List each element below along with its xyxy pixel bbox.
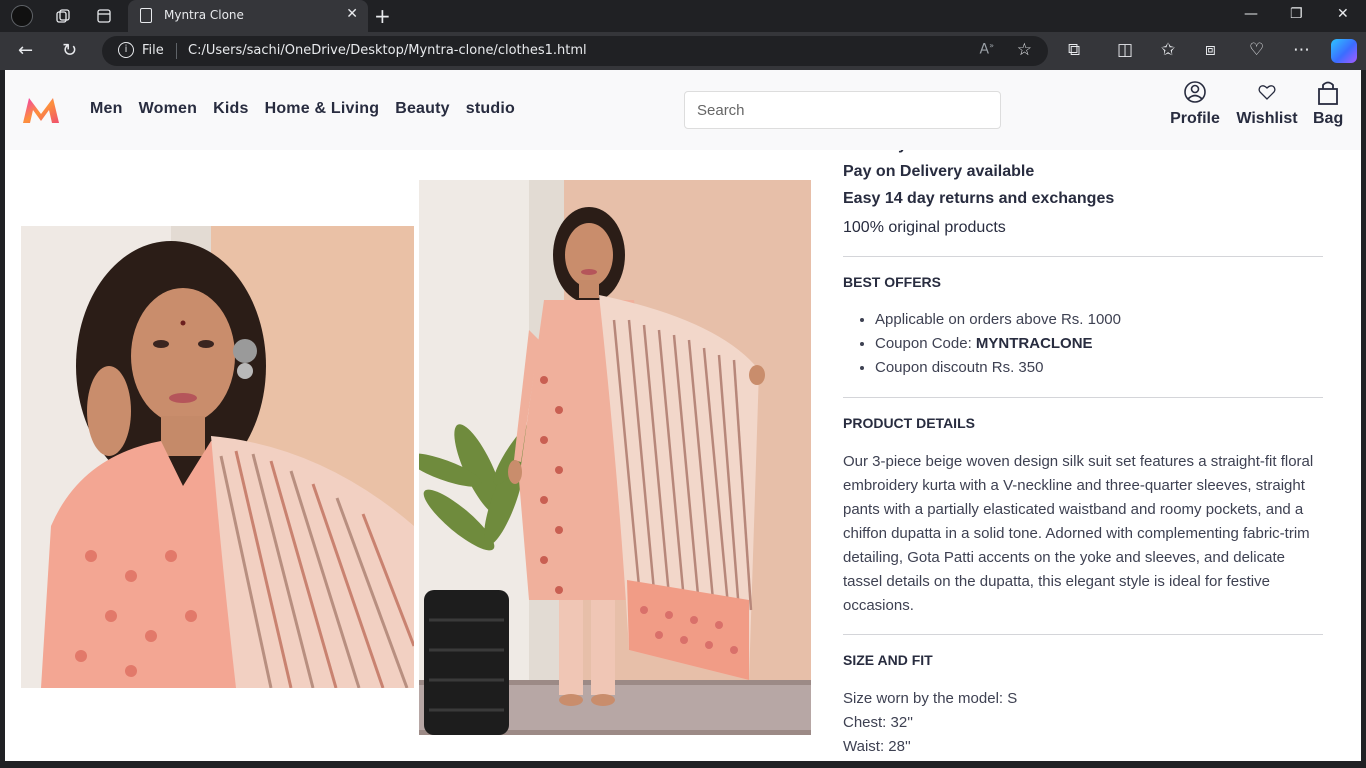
nav-women[interactable]: Women bbox=[139, 100, 197, 118]
wishlist-label: Wishlist bbox=[1236, 110, 1298, 127]
info-icon[interactable]: i bbox=[118, 42, 134, 58]
browser-toolbar: ← ↻ i File C:/Users/sachi/OneDrive/Deskt… bbox=[0, 32, 1366, 70]
tab-myntra-clone[interactable]: Myntra Clone ✕ bbox=[128, 0, 368, 32]
size-worn: Size worn by the model: S bbox=[843, 690, 1018, 707]
heart-icon bbox=[1258, 85, 1276, 100]
favorites-icon[interactable]: ✩ bbox=[1161, 40, 1175, 60]
profile-button[interactable]: Profile bbox=[1169, 80, 1221, 128]
close-window-icon[interactable]: ✕ bbox=[1337, 6, 1349, 22]
size-and-fit-title: SIZE AND FIT bbox=[843, 652, 933, 668]
workspaces-icon[interactable] bbox=[52, 5, 74, 27]
coupon-code: MYNTRACLONE bbox=[975, 335, 1093, 352]
site-header: Men Women Kids Home & Living Beauty stud… bbox=[5, 70, 1361, 150]
restore-icon[interactable]: ❐ bbox=[1290, 6, 1303, 22]
url-text[interactable]: C:/Users/sachi/OneDrive/Desktop/Myntra-c… bbox=[188, 43, 587, 58]
divider bbox=[176, 43, 177, 59]
more-menu-icon[interactable]: ⋯ bbox=[1293, 40, 1310, 60]
profile-icon bbox=[1184, 81, 1206, 103]
browser-tab-bar: Myntra Clone ✕ + — ❐ ✕ bbox=[0, 0, 1366, 32]
search-input[interactable] bbox=[684, 91, 1001, 129]
pay-on-delivery: Pay on Delivery available bbox=[843, 163, 1035, 180]
product-image-closeup[interactable] bbox=[21, 226, 414, 688]
split-screen-icon[interactable]: ◫ bbox=[1117, 40, 1133, 60]
returns-info: Easy 14 day returns and exchanges bbox=[843, 190, 1115, 207]
refresh-icon[interactable]: ↻ bbox=[62, 40, 77, 61]
bag-icon bbox=[1318, 81, 1338, 105]
waist-size: Waist: 28'' bbox=[843, 738, 911, 755]
best-offers-list: Applicable on orders above Rs. 1000 Coup… bbox=[875, 311, 1121, 383]
product-description: Our 3-piece beige woven design silk suit… bbox=[843, 453, 1314, 614]
extensions-icon[interactable]: ⧉ bbox=[1068, 40, 1080, 60]
tab-title: Myntra Clone bbox=[164, 8, 244, 22]
chest-size: Chest: 32'' bbox=[843, 714, 913, 731]
favorite-star-icon[interactable]: ☆ bbox=[1017, 40, 1032, 60]
product-image-full[interactable] bbox=[419, 180, 811, 735]
divider bbox=[843, 256, 1323, 257]
main-navigation: Men Women Kids Home & Living Beauty stud… bbox=[90, 100, 531, 118]
original-products: 100% original products bbox=[843, 219, 1006, 236]
read-aloud-icon[interactable]: A» bbox=[980, 41, 994, 58]
profile-avatar-icon[interactable] bbox=[11, 5, 33, 27]
myntra-logo-icon[interactable] bbox=[21, 96, 61, 124]
best-offers-title: BEST OFFERS bbox=[843, 274, 942, 290]
nav-home-living[interactable]: Home & Living bbox=[265, 100, 380, 118]
bag-label: Bag bbox=[1313, 110, 1344, 127]
list-item: Applicable on orders above Rs. 1000 bbox=[875, 311, 1121, 335]
page-icon bbox=[140, 8, 152, 23]
nav-beauty[interactable]: Beauty bbox=[395, 100, 450, 118]
wishlist-button[interactable]: Wishlist bbox=[1235, 80, 1299, 128]
nav-studio[interactable]: studio bbox=[466, 100, 515, 118]
divider bbox=[843, 397, 1323, 398]
product-details-title: PRODUCT DETAILS bbox=[843, 415, 975, 431]
tab-actions-icon[interactable] bbox=[93, 5, 115, 27]
minimize-icon[interactable]: — bbox=[1244, 6, 1258, 22]
bag-button[interactable]: Bag bbox=[1313, 80, 1343, 128]
new-tab-icon[interactable]: + bbox=[374, 4, 391, 28]
list-item: Coupon Code: MYNTRACLONE bbox=[875, 335, 1121, 359]
nav-men[interactable]: Men bbox=[90, 100, 123, 118]
scheme-label: File bbox=[142, 43, 164, 58]
address-bar[interactable]: i File C:/Users/sachi/OneDrive/Desktop/M… bbox=[102, 36, 1048, 66]
copilot-icon[interactable] bbox=[1331, 39, 1357, 63]
profile-label: Profile bbox=[1170, 110, 1220, 127]
close-tab-icon[interactable]: ✕ bbox=[346, 6, 358, 22]
back-icon[interactable]: ← bbox=[18, 40, 33, 61]
divider bbox=[843, 634, 1323, 635]
nav-kids[interactable]: Kids bbox=[213, 100, 248, 118]
list-item: Coupon discoutn Rs. 350 bbox=[875, 359, 1121, 383]
collections-icon[interactable]: ⧈ bbox=[1205, 40, 1216, 60]
browser-essentials-icon[interactable]: ♡ bbox=[1249, 40, 1264, 60]
page-viewport: Get it by Tomorrow Pay on Delivery avail… bbox=[5, 70, 1361, 761]
